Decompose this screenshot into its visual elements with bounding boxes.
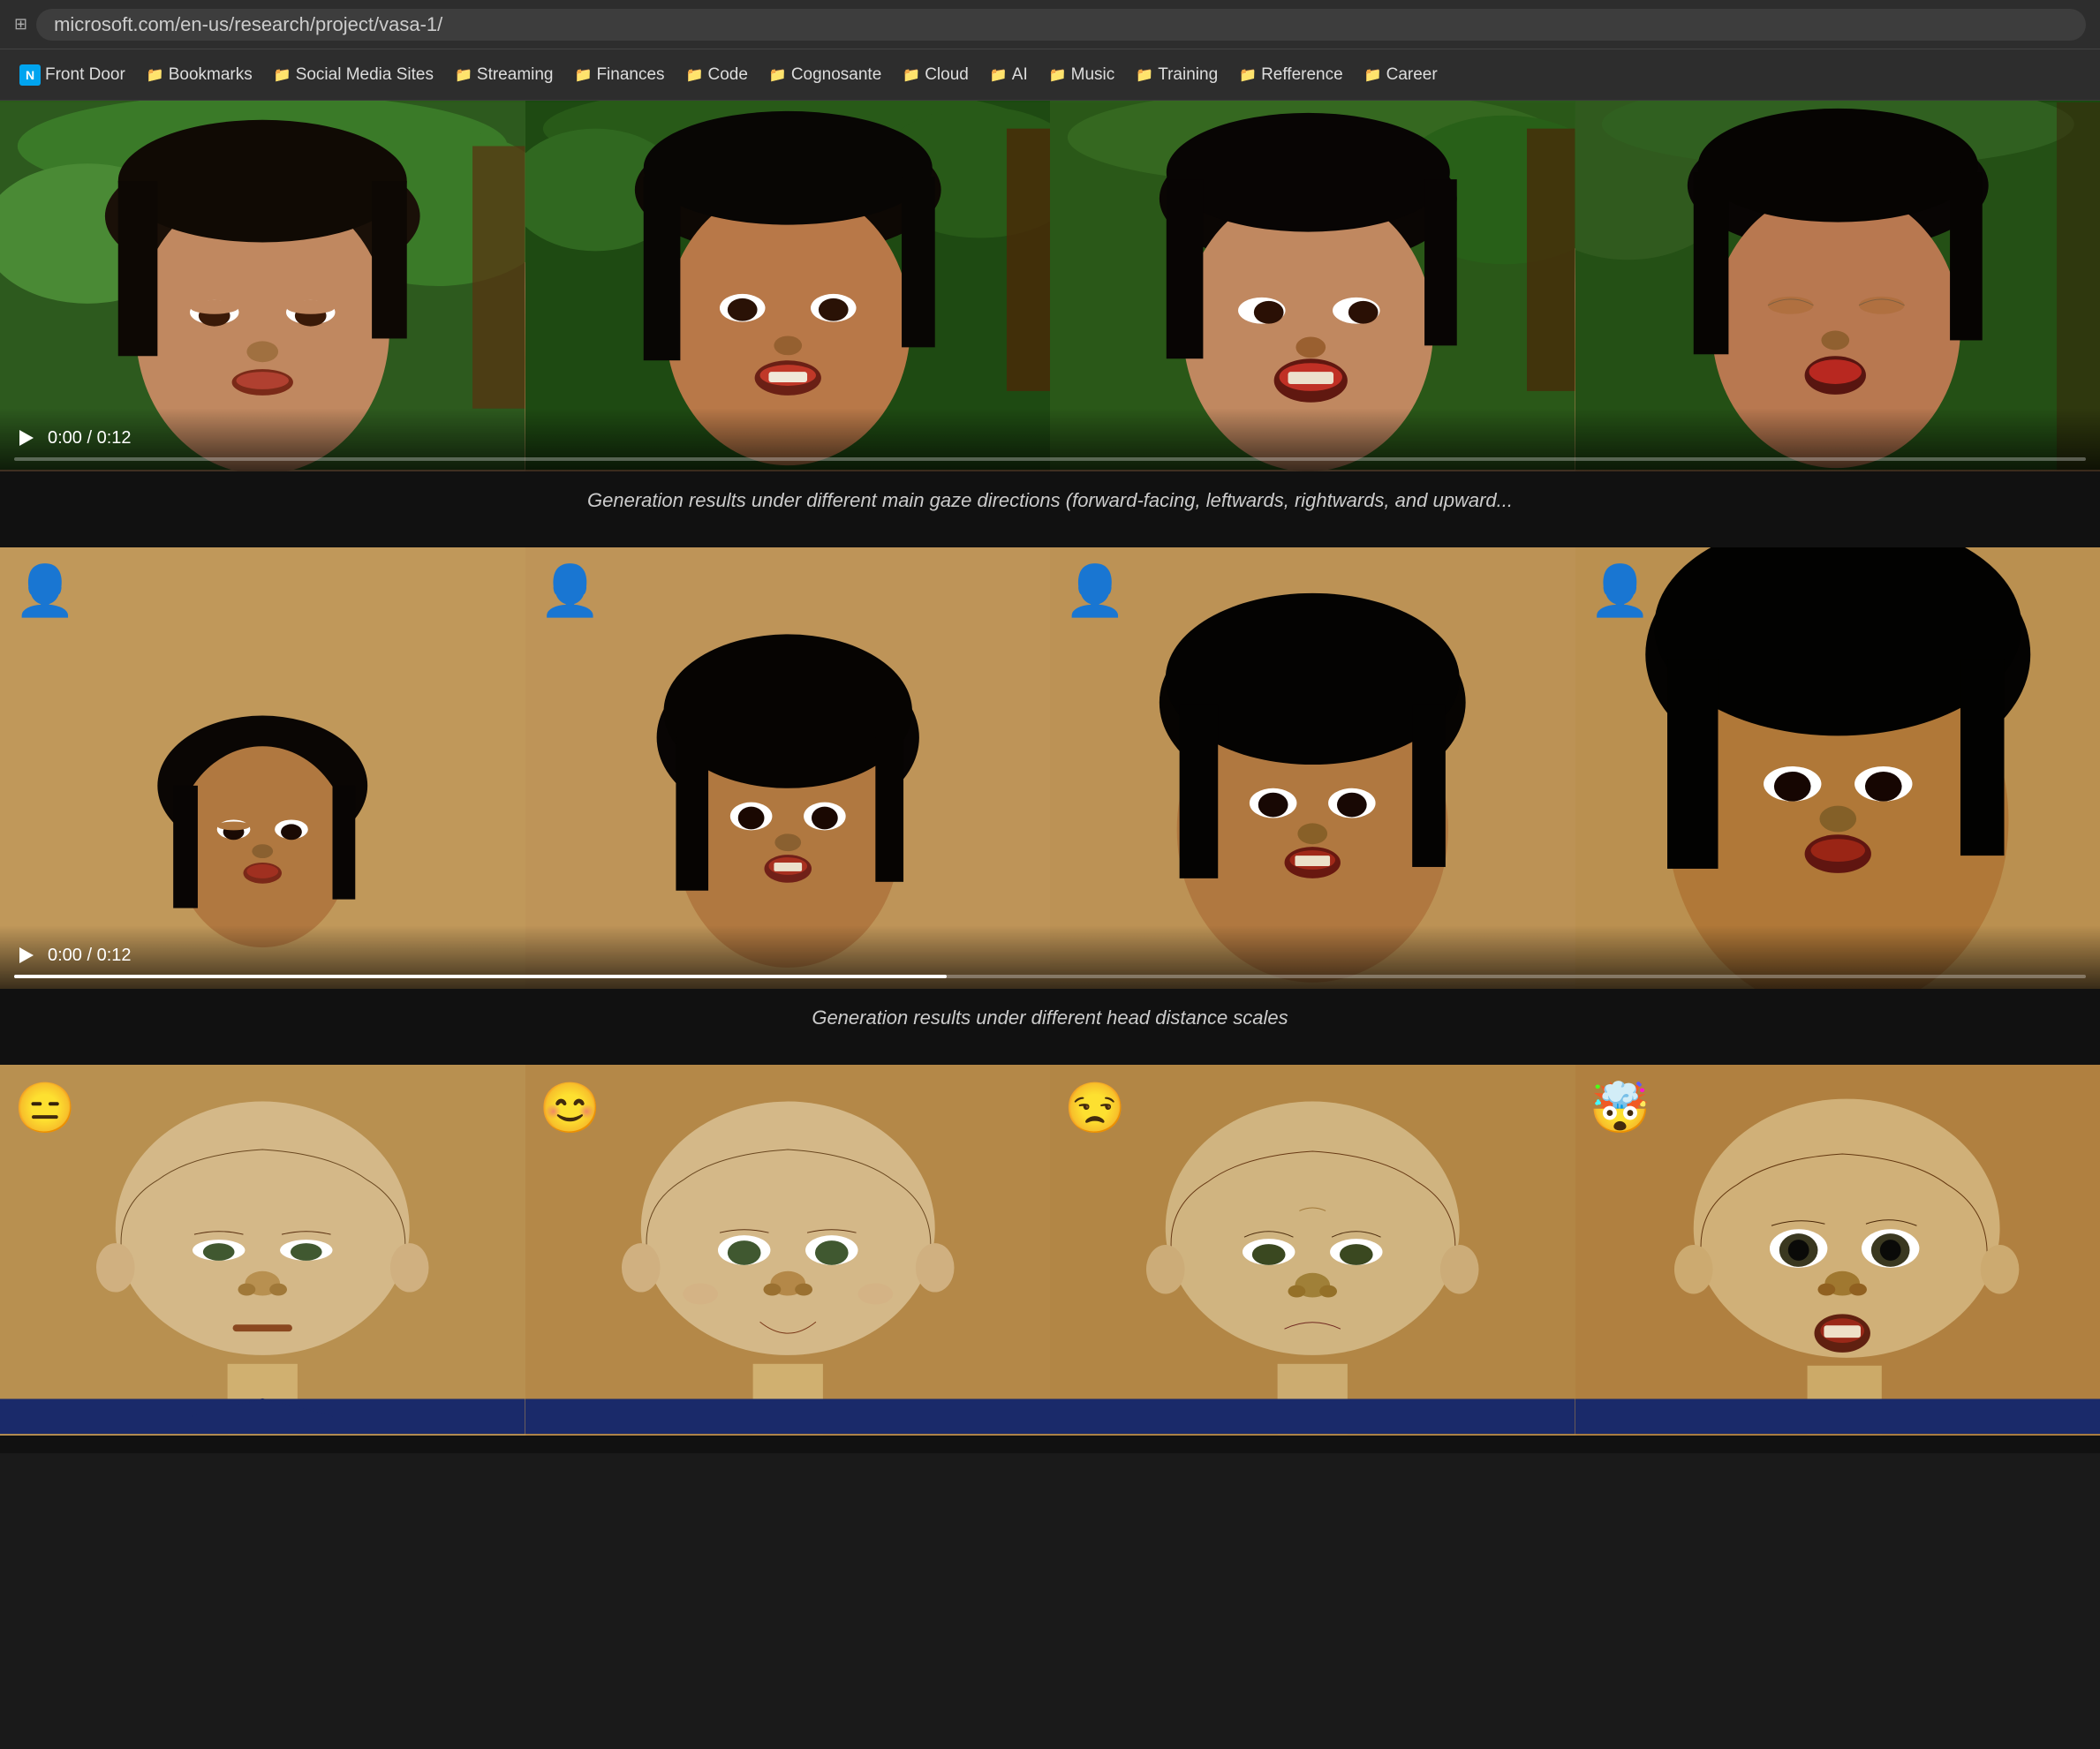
video-cell-2-2: 👤 [525, 547, 1051, 989]
play-icon-1 [19, 430, 34, 446]
face-xlarge-1 [1575, 547, 2100, 989]
user-icon-2: 👤 [540, 562, 601, 620]
folder-icon: 📁 [686, 66, 704, 84]
play-button-1[interactable] [14, 426, 39, 450]
bald-face-2 [525, 1065, 1051, 1436]
video-cell-3-3: 😒 [1050, 1065, 1575, 1436]
video-cell-3-2: 😊 [525, 1065, 1051, 1436]
bookmarks-bar: N Front Door 📁 Bookmarks 📁 Social Media … [0, 49, 2100, 101]
bookmark-cloud[interactable]: 📁 Cloud [894, 61, 978, 89]
video-caption-1: Generation results under different main … [0, 471, 2100, 530]
emoji-icon-2: 😊 [540, 1079, 601, 1137]
play-icon-2 [19, 947, 34, 963]
control-row-1: 0:00 / 0:12 [14, 426, 2086, 450]
bookmark-finances[interactable]: 📁 Finances [566, 61, 674, 89]
video-player-3[interactable]: 😑 [0, 1065, 2100, 1436]
emoji-icon-1: 😑 [14, 1079, 76, 1137]
folder-icon: 📁 [1136, 66, 1153, 84]
emoji-icon-4: 🤯 [1590, 1079, 1651, 1137]
emoji-icon-3: 😒 [1064, 1079, 1126, 1137]
folder-icon: 📁 [147, 66, 164, 84]
folder-icon: 📁 [1364, 66, 1382, 84]
video-cell-2-3: 👤 [1050, 547, 1575, 989]
bookmark-front-door[interactable]: N Front Door [11, 60, 134, 90]
time-display-2: 0:00 / 0:12 [48, 946, 132, 966]
video-controls-1: 0:00 / 0:12 [0, 408, 2100, 471]
user-icon-4: 👤 [1590, 562, 1651, 620]
video-grid-3: 😑 [0, 1065, 2100, 1436]
video-player-1[interactable]: 0:00 / 0:12 [0, 101, 2100, 471]
folder-icon: 📁 [1049, 66, 1067, 84]
bookmark-code[interactable]: 📁 Code [677, 61, 757, 89]
video-cell-3-1: 😑 [0, 1065, 525, 1436]
bookmark-label: Refference [1261, 65, 1343, 85]
video-player-2[interactable]: 👤 [0, 547, 2100, 989]
bald-face-3 [1050, 1065, 1575, 1436]
face-small-1 [0, 547, 525, 989]
folder-icon: 📁 [455, 66, 472, 84]
video-section-2: 👤 [0, 547, 2100, 1065]
bookmark-ai[interactable]: 📁 AI [981, 61, 1037, 89]
bookmark-label: AI [1012, 65, 1028, 85]
bookmark-training[interactable]: 📁 Training [1127, 61, 1227, 89]
play-button-2[interactable] [14, 943, 39, 968]
bookmark-label: Career [1386, 65, 1438, 85]
progress-bar-2[interactable] [14, 975, 2086, 978]
folder-icon: 📁 [769, 66, 787, 84]
bookmark-label: Cognosante [791, 65, 881, 85]
user-icon-1: 👤 [14, 562, 76, 620]
bookmark-label: Front Door [45, 65, 125, 85]
bookmark-label: Cloud [925, 65, 969, 85]
progress-fill-2 [14, 975, 947, 978]
video-cell-2-4: 👤 [1575, 547, 2100, 989]
address-input[interactable]: microsoft.com/en-us/research/project/vas… [36, 9, 2086, 41]
bookmark-bookmarks[interactable]: 📁 Bookmarks [138, 61, 261, 89]
video-section-1: 0:00 / 0:12 Generation results under dif… [0, 101, 2100, 547]
time-display-1: 0:00 / 0:12 [48, 428, 132, 449]
bookmark-label: Code [707, 65, 747, 85]
bookmark-label: Streaming [477, 65, 554, 85]
bookmark-cognosante[interactable]: 📁 Cognosante [760, 61, 890, 89]
user-icon-3: 👤 [1064, 562, 1126, 620]
video-grid-2: 👤 [0, 547, 2100, 989]
progress-bar-1[interactable] [14, 457, 2086, 461]
browser-menu-icon[interactable]: ⊞ [14, 15, 27, 34]
control-row-2: 0:00 / 0:12 [14, 943, 2086, 968]
bookmark-streaming[interactable]: 📁 Streaming [446, 61, 563, 89]
folder-icon: 📁 [274, 66, 291, 84]
video-controls-2: 0:00 / 0:12 [0, 925, 2100, 989]
bald-face-1 [0, 1065, 525, 1436]
bookmark-label: Social Media Sites [296, 65, 434, 85]
face-medium-1 [525, 547, 1051, 989]
bald-face-4 [1575, 1065, 2100, 1436]
bookmark-social-media[interactable]: 📁 Social Media Sites [265, 61, 442, 89]
video-cell-3-4: 🤯 [1575, 1065, 2100, 1436]
video-cell-2-1: 👤 [0, 547, 525, 989]
bookmark-label: Music [1071, 65, 1115, 85]
bookmark-label: Finances [596, 65, 664, 85]
folder-icon: 📁 [575, 66, 593, 84]
bookmark-label: Bookmarks [169, 65, 253, 85]
bookmark-career[interactable]: 📁 Career [1356, 61, 1447, 89]
main-content: 0:00 / 0:12 Generation results under dif… [0, 101, 2100, 1453]
bookmark-refference[interactable]: 📁 Refference [1230, 61, 1352, 89]
face-large-1 [1050, 547, 1575, 989]
address-bar: ⊞ microsoft.com/en-us/research/project/v… [0, 0, 2100, 49]
video-section-3: 😑 [0, 1065, 2100, 1453]
folder-icon: 📁 [1239, 66, 1257, 84]
front-door-logo: N [19, 64, 41, 86]
video-caption-2: Generation results under different head … [0, 989, 2100, 1047]
bookmark-music[interactable]: 📁 Music [1040, 61, 1124, 89]
folder-icon: 📁 [990, 66, 1008, 84]
bookmark-label: Training [1158, 65, 1218, 85]
folder-icon: 📁 [903, 66, 920, 84]
